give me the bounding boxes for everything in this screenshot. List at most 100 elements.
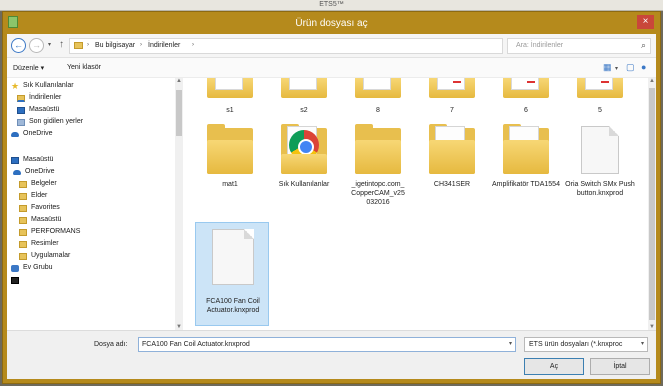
- nav-item-desktop[interactable]: Masaüstü: [7, 106, 175, 117]
- folder-icon: [19, 181, 27, 188]
- file-list-scroll-thumb[interactable]: [649, 88, 655, 320]
- breadcrumb-downloads[interactable]: İndirilenler: [148, 42, 180, 49]
- breadcrumb-this-pc[interactable]: Bu bilgisayar: [95, 42, 135, 49]
- view-dropdown-icon[interactable]: ▾: [615, 65, 618, 72]
- help-icon[interactable]: ●: [641, 62, 646, 72]
- nav-item-favorites[interactable]: ★ Sık Kullanılanlar: [7, 82, 175, 93]
- nav-item-downloads[interactable]: İndirilenler: [7, 94, 175, 105]
- folder-icon: [355, 124, 401, 174]
- file-item-selected[interactable]: FCA100 Fan Coil Actuator.knxprod: [195, 222, 269, 326]
- up-button[interactable]: ↑: [59, 39, 64, 50]
- nav-item-desktop-root[interactable]: Masaüstü: [7, 156, 175, 167]
- search-box[interactable]: Ara: İndirilenler ⌕: [507, 38, 651, 54]
- scroll-up-icon[interactable]: ▲: [175, 78, 183, 84]
- folder-icon: [19, 241, 27, 248]
- folder-item[interactable]: s1: [197, 78, 263, 118]
- nav-item-homegroup[interactable]: Ev Grubu: [7, 264, 175, 275]
- navigation-pane: ★ Sık Kullanılanlar İndirilenler Masaüst…: [7, 78, 183, 330]
- computer-icon: [11, 277, 19, 284]
- nav-item-onedrive-tree[interactable]: OneDrive: [7, 168, 175, 179]
- nav-item-label: Son gidilen yerler: [29, 118, 84, 125]
- nav-item-elder[interactable]: Elder: [7, 192, 175, 203]
- downloads-icon: [17, 95, 25, 102]
- homegroup-icon: [11, 265, 19, 272]
- folder-item[interactable]: _igetintopc.com_ CopperCAM_v25 032016: [345, 124, 411, 220]
- folder-label: 7: [450, 107, 454, 114]
- folder-label: Amplifikatör TDA1554: [492, 181, 560, 188]
- folder-label: _igetintopc.com_ CopperCAM_v25 032016: [351, 181, 405, 206]
- recent-locations-chevron-icon[interactable]: ▾: [48, 41, 51, 48]
- back-button[interactable]: ←: [11, 38, 26, 53]
- chevron-down-icon[interactable]: ▾: [509, 340, 512, 347]
- address-bar[interactable]: › Bu bilgisayar › İndirilenler › ▾ ↻: [69, 38, 568, 54]
- file-item[interactable]: Oria Switch SMx Push button.knxprod: [565, 124, 635, 220]
- folder-icon: [207, 78, 253, 98]
- dialog-footer: Dosya adı: FCA100 Fan Coil Actuator.knxp…: [7, 330, 656, 379]
- organize-button[interactable]: Düzenle ▾: [13, 64, 44, 72]
- nav-item-label: OneDrive: [25, 168, 55, 175]
- folder-item[interactable]: CH341SER: [419, 124, 485, 220]
- folder-icon: [19, 217, 27, 224]
- search-placeholder: Ara: İndirilenler: [516, 42, 564, 49]
- search-icon[interactable]: ⌕: [641, 40, 646, 51]
- close-button[interactable]: ×: [637, 15, 654, 29]
- scroll-up-icon[interactable]: ▲: [648, 78, 656, 84]
- app-title: ETS5™: [319, 1, 344, 8]
- desktop-icon: [17, 107, 25, 114]
- preview-pane-icon[interactable]: ▢: [626, 62, 635, 73]
- navigation-scrollbar[interactable]: ▲ ▼: [175, 78, 183, 330]
- view-options-icon[interactable]: ▦: [603, 62, 612, 73]
- nav-item-applications[interactable]: Uygulamalar: [7, 252, 175, 263]
- filename-input[interactable]: FCA100 Fan Coil Actuator.knxprod ▾: [138, 337, 516, 352]
- nav-item-label: PERFORMANS: [31, 228, 81, 235]
- onedrive-icon: [13, 170, 21, 175]
- folder-icon: [281, 124, 327, 174]
- folder-label: 6: [524, 107, 528, 114]
- cancel-button[interactable]: İptal: [590, 358, 650, 375]
- dialog-client: ← → ▾ ↑ › Bu bilgisayar › İndirilenler ›…: [7, 34, 656, 379]
- nav-item-label: Uygulamalar: [31, 252, 71, 259]
- nav-item-desktop-folder[interactable]: Masaüstü: [7, 216, 175, 227]
- nav-item-partial[interactable]: [7, 276, 175, 287]
- nav-item-recent-places[interactable]: Son gidilen yerler: [7, 118, 175, 129]
- folder-item[interactable]: Sık Kullanılanlar: [271, 124, 337, 220]
- nav-item-label: Elder: [31, 192, 48, 199]
- folder-item[interactable]: 7: [419, 78, 485, 118]
- file-type-value: ETS ürün dosyaları (*.knxproc: [529, 341, 623, 348]
- file-type-select[interactable]: ETS ürün dosyaları (*.knxproc ▾: [524, 337, 648, 352]
- folder-icon: [19, 193, 27, 200]
- folder-label: s1: [226, 107, 234, 114]
- chevron-down-icon[interactable]: ▾: [641, 340, 644, 347]
- file-list: s1 s2 8 7 6 5 mat1 Sık Kullanılanlar _ig…: [183, 78, 656, 330]
- document-icon: [581, 126, 619, 174]
- recent-places-icon: [17, 119, 25, 126]
- forward-button[interactable]: →: [29, 38, 44, 53]
- nav-item-pictures[interactable]: Resimler: [7, 240, 175, 251]
- document-icon: [212, 229, 254, 285]
- open-button[interactable]: Aç: [524, 358, 584, 375]
- folder-icon: [355, 78, 401, 98]
- folder-icon: [503, 78, 549, 98]
- folder-icon: [207, 124, 253, 174]
- folder-label: Sık Kullanılanlar: [278, 181, 330, 188]
- folder-item[interactable]: 6: [493, 78, 559, 118]
- folder-item[interactable]: Amplifikatör TDA1554: [492, 124, 560, 220]
- folder-item[interactable]: 5: [567, 78, 633, 118]
- folder-label: 8: [376, 107, 380, 114]
- folder-icon: [429, 78, 475, 98]
- nav-item-performans[interactable]: PERFORMANS: [7, 228, 175, 239]
- nav-item-label: Ev Grubu: [23, 264, 53, 271]
- folder-item[interactable]: 8: [345, 78, 411, 118]
- folder-icon: [19, 253, 27, 260]
- file-list-scrollbar[interactable]: ▲ ▼: [648, 78, 656, 330]
- folder-item[interactable]: s2: [271, 78, 337, 118]
- new-folder-button[interactable]: Yeni klasör: [67, 64, 101, 71]
- folder-icon: [577, 78, 623, 98]
- folder-icon: [281, 78, 327, 98]
- navigation-scroll-thumb[interactable]: [176, 90, 182, 136]
- nav-item-favorites-folder[interactable]: Favorites: [7, 204, 175, 215]
- folder-item[interactable]: mat1: [197, 124, 263, 220]
- nav-item-onedrive[interactable]: OneDrive: [7, 130, 175, 141]
- folder-icon: [19, 205, 27, 212]
- nav-item-documents[interactable]: Belgeler: [7, 180, 175, 191]
